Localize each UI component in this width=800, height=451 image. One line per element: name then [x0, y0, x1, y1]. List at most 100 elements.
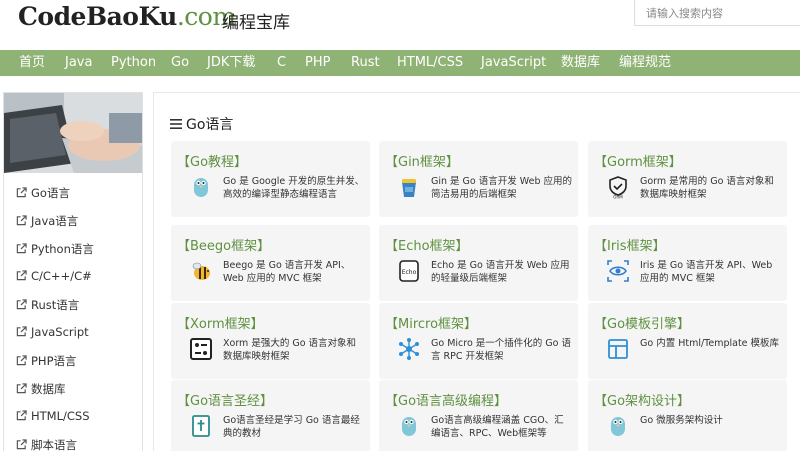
- card-description: Go 微服务架构设计: [640, 415, 723, 426]
- card-title: 【Gin框架】: [385, 155, 459, 170]
- card-description: Echo 是 Go 语言开发 Web 应用的轻量级后端框架: [431, 260, 570, 284]
- sidebar-laptop-photo: [4, 93, 142, 173]
- card-description: Go语言高级编程涵盖 CGO、汇编语言、RPC、Web框架等: [431, 415, 564, 439]
- card-title: 【Beego框架】: [177, 239, 271, 254]
- sidebar-item-label: JavaScript: [31, 325, 89, 339]
- echo-icon: Echo: [399, 260, 419, 282]
- card-beego[interactable]: 【Beego框架】 Beego 是 Go 语言开发 API、Web 应用的 MV…: [171, 225, 370, 301]
- card-go-template[interactable]: 【Go模板引擎】 Go 内置 Html/Template 模板库: [588, 303, 787, 379]
- card-title: 【Echo框架】: [385, 239, 469, 254]
- sidebar-item-database[interactable]: 数据库: [16, 381, 66, 399]
- gopher-icon: [611, 417, 625, 436]
- xorm-icon: [190, 338, 212, 360]
- card-title: 【Go模板引擎】: [594, 317, 691, 332]
- nav-item-javascript[interactable]: JavaScript: [481, 50, 546, 76]
- header: CodeBaoKu.com 编程宝库 请输入搜索内容: [0, 0, 800, 50]
- page-title: Go语言: [170, 114, 233, 134]
- page-title-text: Go语言: [186, 117, 234, 133]
- sidebar: Go语言 Java语言 Python语言 C/C++/C# Rust语言 Jav…: [3, 92, 143, 451]
- external-link-icon: [16, 215, 27, 226]
- gopher-icon: [402, 417, 416, 436]
- nav-item-coding-standards[interactable]: 编程规范: [619, 50, 671, 76]
- card-title: 【Xorm框架】: [177, 317, 264, 332]
- sidebar-item-label: Python语言: [31, 242, 94, 256]
- sidebar-item-label: Java语言: [31, 214, 79, 228]
- external-link-icon: [16, 187, 27, 198]
- menu-icon: [170, 119, 182, 129]
- logo-main: CodeBaoKu: [18, 2, 177, 31]
- main-nav: 首页 Java Python Go JDK下载 C PHP Rust HTML/…: [0, 50, 800, 76]
- nav-item-home[interactable]: 首页: [19, 50, 45, 76]
- card-description: Go 内置 Html/Template 模板库: [640, 338, 780, 349]
- card-description: Gin 是 Go 语言开发 Web 应用的简洁易用的后端框架: [431, 176, 573, 200]
- card-title: 【Gorm框架】: [594, 155, 682, 170]
- card-title: 【Go语言高级编程】: [385, 394, 508, 409]
- site-logo[interactable]: CodeBaoKu.com: [18, 2, 236, 31]
- card-title: 【Go架构设计】: [594, 394, 691, 409]
- sidebar-item-label: HTML/CSS: [31, 409, 90, 423]
- card-go-architecture[interactable]: 【Go架构设计】 Go 微服务架构设计: [588, 380, 787, 451]
- sidebar-item-go[interactable]: Go语言: [16, 185, 70, 203]
- external-link-icon: [16, 243, 27, 254]
- external-link-icon: [16, 439, 27, 450]
- template-layout-icon: [608, 339, 628, 359]
- card-go-bible[interactable]: 【Go语言圣经】 Go语言圣经是学习 Go 语言最经典的教材: [171, 380, 370, 451]
- nav-item-go[interactable]: Go: [171, 50, 189, 76]
- card-go-advanced[interactable]: 【Go语言高级编程】 Go语言高级编程涵盖 CGO、汇编语言、RPC、Web框架…: [379, 380, 578, 451]
- sidebar-item-label: PHP语言: [31, 354, 77, 368]
- sidebar-item-htmlcss[interactable]: HTML/CSS: [16, 409, 90, 427]
- card-micro[interactable]: 【Mircro框架】 Go Micro 是一个插件化的 Go 语言 RPC 开发…: [379, 303, 578, 379]
- sidebar-item-label: Rust语言: [31, 298, 80, 312]
- card-title: 【Go语言圣经】: [177, 394, 274, 409]
- card-echo[interactable]: 【Echo框架】 Echo Echo 是 Go 语言开发 Web 应用的轻量级后…: [379, 225, 578, 301]
- sidebar-item-label: 脚本语言: [31, 438, 77, 451]
- card-description: Iris 是 Go 语言开发 API、Web 应用的 MVC 框架: [640, 260, 773, 284]
- external-link-icon: [16, 270, 27, 281]
- sidebar-item-php[interactable]: PHP语言: [16, 353, 77, 371]
- sidebar-item-scripting[interactable]: 脚本语言: [16, 437, 77, 451]
- nav-item-python[interactable]: Python: [111, 50, 156, 76]
- card-description: Go 是 Google 开发的原生并发、高效的编译型静态编程语言: [223, 176, 365, 200]
- nav-item-php[interactable]: PHP: [305, 50, 330, 76]
- card-description: Go Micro 是一个插件化的 Go 语言 RPC 开发框架: [431, 338, 571, 362]
- card-gin[interactable]: 【Gin框架】 Gin 是 Go 语言开发 Web 应用的简洁易用的后端框架: [379, 141, 578, 217]
- card-gorm[interactable]: 【Gorm框架】 ORM Gorm 是常用的 Go 语言对象和数据库映射框架: [588, 141, 787, 217]
- sidebar-item-c-family[interactable]: C/C++/C#: [16, 269, 92, 287]
- sidebar-item-label: 数据库: [31, 382, 66, 396]
- logo-subtitle: 编程宝库: [222, 13, 290, 33]
- sidebar-item-javascript[interactable]: JavaScript: [16, 325, 89, 343]
- search-input[interactable]: 请输入搜索内容: [634, 0, 800, 26]
- nav-item-jdk[interactable]: JDK下载: [207, 50, 255, 76]
- micro-network-icon: [399, 338, 419, 360]
- card-title: 【Go教程】: [177, 155, 248, 170]
- card-title: 【Iris框架】: [594, 239, 666, 254]
- bible-book-icon: [192, 415, 210, 437]
- card-title: 【Mircro框架】: [385, 317, 478, 332]
- external-link-icon: [16, 383, 27, 394]
- card-description: Beego 是 Go 语言开发 API、Web 应用的 MVC 框架: [223, 260, 351, 284]
- nav-item-c[interactable]: C: [277, 50, 286, 76]
- svg-text:ORM: ORM: [613, 195, 623, 200]
- nav-item-htmlcss[interactable]: HTML/CSS: [397, 50, 463, 76]
- external-link-icon: [16, 355, 27, 366]
- sidebar-item-label: C/C++/C#: [31, 269, 92, 283]
- sidebar-item-java[interactable]: Java语言: [16, 213, 78, 231]
- gin-cup-icon: [402, 179, 416, 197]
- sidebar-item-python[interactable]: Python语言: [16, 241, 94, 259]
- card-iris[interactable]: 【Iris框架】 Iris 是 Go 语言开发 API、Web 应用的 MVC …: [588, 225, 787, 301]
- card-description: Go语言圣经是学习 Go 语言最经典的教材: [223, 415, 360, 439]
- nav-item-database[interactable]: 数据库: [561, 50, 600, 76]
- nav-item-rust[interactable]: Rust: [351, 50, 380, 76]
- sidebar-item-label: Go语言: [31, 186, 70, 200]
- bee-icon: [192, 262, 210, 280]
- external-link-icon: [16, 410, 27, 421]
- external-link-icon: [16, 326, 27, 337]
- card-xorm[interactable]: 【Xorm框架】 Xorm 是强大的 Go 语言对象和数据库映射框架: [171, 303, 370, 379]
- svg-text:Echo: Echo: [402, 269, 417, 276]
- sidebar-item-rust[interactable]: Rust语言: [16, 297, 79, 315]
- card-go-tutorial[interactable]: 【Go教程】 Go 是 Google 开发的原生并发、高效的编译型静态编程语言: [171, 141, 370, 217]
- external-link-icon: [16, 299, 27, 310]
- iris-eye-icon: [607, 260, 629, 282]
- nav-item-java[interactable]: Java: [65, 50, 92, 76]
- card-description: Xorm 是强大的 Go 语言对象和数据库映射框架: [223, 338, 357, 362]
